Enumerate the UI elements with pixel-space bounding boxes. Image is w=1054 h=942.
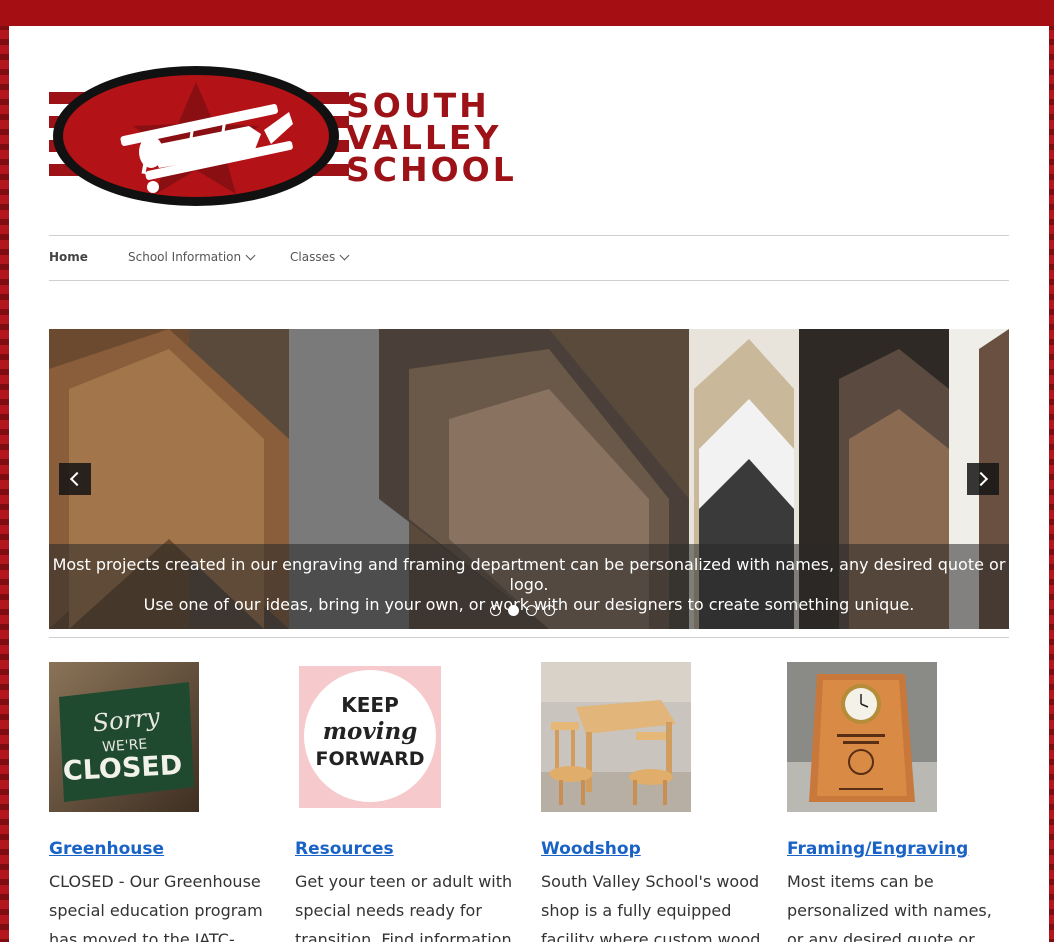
nav-item-school-information[interactable]: School Information bbox=[128, 250, 256, 264]
nav-item-home[interactable]: Home bbox=[49, 250, 88, 264]
feature-title-link[interactable]: Woodshop bbox=[541, 839, 641, 859]
engraved-clock-award-image bbox=[787, 662, 937, 812]
feature-framing-engraving: Framing/Engraving Most items can be pers… bbox=[787, 662, 1017, 942]
thumb-keep-text: KEEP bbox=[341, 693, 398, 717]
top-border bbox=[0, 0, 1054, 26]
feature-title-link[interactable]: Framing/Engraving bbox=[787, 839, 968, 859]
slider-pagination bbox=[490, 605, 555, 616]
logo-wordmark: SOUTH VALLEY SCHOOL bbox=[346, 89, 517, 189]
section-divider bbox=[49, 637, 1009, 638]
airplane-emblem-icon bbox=[49, 66, 349, 206]
feature-woodshop: Woodshop South Valley School's wood shop… bbox=[541, 662, 771, 942]
nav-label-classes: Classes bbox=[290, 250, 336, 264]
nav-label-home: Home bbox=[49, 250, 88, 264]
caption-line-1: Most projects created in our engraving a… bbox=[52, 555, 1006, 594]
feature-description: CLOSED - Our Greenhouse special educatio… bbox=[49, 872, 263, 942]
feature-description: Get your teen or adult with special need… bbox=[295, 872, 513, 942]
nav-label-school-information: School Information bbox=[128, 250, 242, 264]
woodshop-thumbnail[interactable] bbox=[541, 662, 691, 812]
feature-description: South Valley School's wood shop is a ful… bbox=[541, 872, 761, 942]
site-logo[interactable]: SOUTH VALLEY SCHOOL bbox=[49, 64, 514, 209]
page-container: SOUTH VALLEY SCHOOL Home School Informat… bbox=[9, 26, 1049, 942]
slide-caption: Most projects created in our engraving a… bbox=[49, 544, 1009, 629]
feature-resources: KEEP moving FORWARD Resources Get your t… bbox=[295, 662, 525, 942]
wooden-table-chairs-image bbox=[541, 662, 691, 812]
thumb-closed-text: CLOSED bbox=[62, 750, 183, 787]
slider-prev-button[interactable] bbox=[59, 463, 91, 495]
chevron-down-icon bbox=[245, 250, 256, 260]
chevron-left-icon bbox=[69, 471, 85, 487]
closed-sign-image: Sorry WE'RE CLOSED bbox=[49, 662, 199, 812]
thumb-forward-text: FORWARD bbox=[316, 748, 425, 770]
slider-dot-active[interactable] bbox=[508, 605, 519, 616]
slider-dot[interactable] bbox=[490, 605, 501, 616]
chevron-right-icon bbox=[973, 471, 989, 487]
main-nav: Home School Information Classes bbox=[49, 235, 1009, 281]
keep-moving-forward-image: KEEP moving FORWARD bbox=[295, 662, 445, 812]
slider-dot[interactable] bbox=[526, 605, 537, 616]
framing-engraving-thumbnail[interactable] bbox=[787, 662, 937, 812]
slider-next-button[interactable] bbox=[967, 463, 999, 495]
feature-greenhouse: Sorry WE'RE CLOSED Greenhouse CLOSED - O… bbox=[49, 662, 279, 942]
feature-title-link[interactable]: Greenhouse bbox=[49, 839, 164, 859]
nav-item-classes[interactable]: Classes bbox=[290, 250, 350, 264]
chevron-down-icon bbox=[339, 250, 350, 260]
feature-title-link[interactable]: Resources bbox=[295, 839, 394, 859]
logo-line-3: SCHOOL bbox=[346, 150, 517, 189]
resources-thumbnail[interactable]: KEEP moving FORWARD bbox=[295, 662, 445, 812]
greenhouse-thumbnail[interactable]: Sorry WE'RE CLOSED bbox=[49, 662, 199, 812]
image-slider: Most projects created in our engraving a… bbox=[49, 329, 1009, 629]
thumb-moving-text: moving bbox=[323, 718, 418, 745]
feature-description: Most items can be personalized with name… bbox=[787, 872, 992, 942]
slider-dot[interactable] bbox=[544, 605, 555, 616]
